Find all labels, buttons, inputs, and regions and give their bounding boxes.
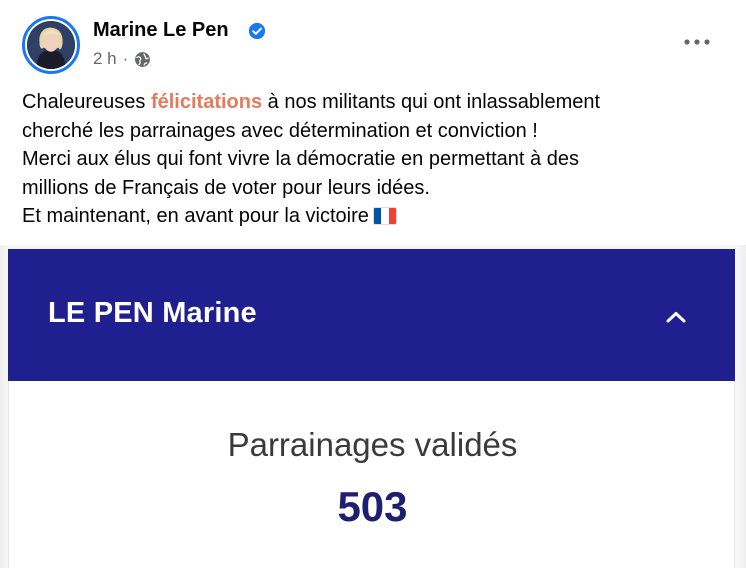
sponsorship-card: Parrainages validés 503 [8, 381, 735, 568]
post-text-line: Merci aux élus qui font vivre la démocra… [22, 148, 579, 170]
embedded-image[interactable]: LE PEN Marine Parrainages validés 503 [0, 245, 746, 568]
highlighted-word[interactable]: félicitations [151, 91, 262, 113]
post-text-line: Chaleureuses félicitations à nos militan… [22, 91, 601, 113]
post-text-line: millions de Français de voter pour leurs… [22, 176, 430, 199]
verified-badge-icon [248, 22, 266, 40]
post-text: Chaleureuses félicitations à nos militan… [22, 88, 734, 231]
author-name[interactable]: Marine Le Pen [93, 19, 229, 42]
more-horizontal-icon [684, 39, 710, 45]
france-flag-icon [372, 207, 397, 225]
globe-icon[interactable] [134, 51, 151, 68]
post-meta: 2 h · [93, 49, 151, 69]
candidate-name: LE PEN Marine [48, 297, 257, 329]
collapse-button[interactable] [656, 297, 696, 337]
post-text-line: cherché les parrainages avec déterminati… [22, 119, 538, 142]
profile-photo [27, 21, 75, 69]
chevron-up-icon [666, 312, 686, 323]
candidate-banner: LE PEN Marine [8, 249, 735, 381]
avatar[interactable] [22, 16, 80, 74]
post-text-line: Et maintenant, en avant pour la victoire [22, 202, 734, 231]
sponsorship-label: Parrainages validés [227, 426, 518, 463]
sponsorship-count: 503 [337, 483, 408, 530]
facebook-post: Marine Le Pen 2 h · Chaleureuses félicit… [0, 0, 746, 568]
more-options-button[interactable] [676, 24, 718, 60]
post-timestamp[interactable]: 2 h [93, 49, 117, 69]
post-header: Marine Le Pen 2 h · [0, 0, 746, 84]
meta-separator: · [122, 49, 129, 68]
